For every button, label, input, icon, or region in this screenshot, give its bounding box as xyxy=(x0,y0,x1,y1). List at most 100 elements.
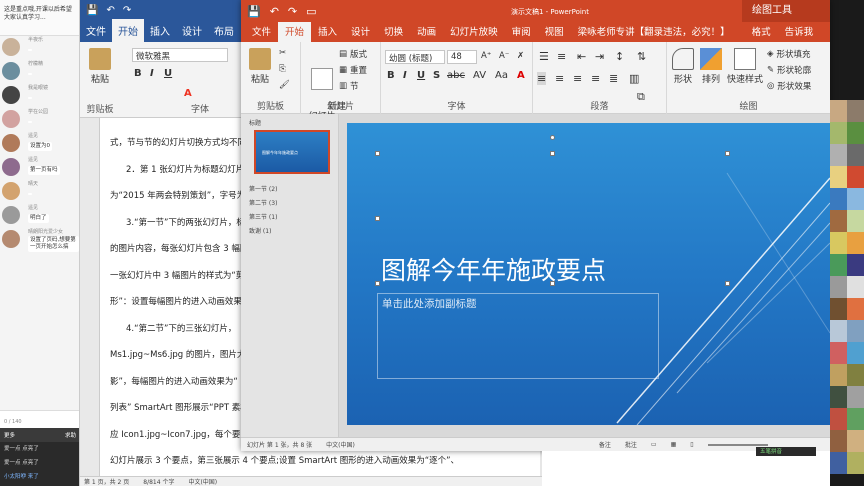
shapes-button[interactable]: 形状 xyxy=(669,48,697,85)
resize-handle[interactable] xyxy=(375,151,380,156)
word-tab-insert[interactable]: 插入 xyxy=(144,19,176,42)
normal-view-icon[interactable]: ▭ xyxy=(651,441,657,448)
word-font-name-box[interactable]: 微软雅黑 xyxy=(132,48,228,62)
ime-indicator[interactable]: 五笔拼音 xyxy=(756,447,816,456)
undo-icon[interactable]: ↶ xyxy=(270,5,279,18)
avatar[interactable] xyxy=(2,230,20,248)
save-icon[interactable]: 💾 xyxy=(247,5,261,18)
ppt-tab-home[interactable]: 开始 xyxy=(278,21,312,42)
distribute-icon[interactable]: ≣ xyxy=(609,72,618,85)
avatar[interactable] xyxy=(2,62,20,80)
ppt-tab-insert[interactable]: 插入 xyxy=(311,21,344,42)
chat-input[interactable]: 0 / 140 xyxy=(0,410,79,428)
tell-me-box[interactable]: 告诉我 xyxy=(778,21,821,42)
ppt-paste-button[interactable]: 粘贴 xyxy=(245,48,275,85)
comments-button[interactable]: 批注 xyxy=(625,440,637,449)
shape-effects-button[interactable]: ◎ 形状效果 xyxy=(767,80,811,92)
section-header[interactable]: 第二节 (3) xyxy=(249,198,277,207)
bold-icon[interactable]: B xyxy=(134,68,142,79)
align-left-icon[interactable]: ≡ xyxy=(537,72,547,85)
line-spacing-icon[interactable]: ↕ xyxy=(615,50,624,63)
word-tab-design[interactable]: 设计 xyxy=(176,19,208,42)
reading-view-icon[interactable]: ▯ xyxy=(690,441,693,448)
font-color-icon[interactable]: A xyxy=(184,88,192,99)
notes-button[interactable]: 备注 xyxy=(599,440,611,449)
section-header[interactable]: 致谢 (1) xyxy=(249,226,271,235)
shape-fill-button[interactable]: ◈ 形状填充 xyxy=(767,48,811,60)
shape-outline-button[interactable]: ✎ 形状轮廓 xyxy=(767,64,811,76)
decrease-indent-icon[interactable]: ⇤ xyxy=(577,50,586,63)
section-button[interactable]: ▥ 节 xyxy=(339,80,359,92)
avatar[interactable] xyxy=(2,134,20,152)
shrink-font-icon[interactable]: A⁻ xyxy=(499,51,509,61)
arrange-button[interactable]: 排列 xyxy=(697,48,725,85)
ppt-tab-animations[interactable]: 动画 xyxy=(410,21,443,42)
bold-icon[interactable]: B xyxy=(387,70,395,81)
resize-handle[interactable] xyxy=(725,151,730,156)
italic-icon[interactable]: I xyxy=(150,68,154,79)
redo-icon[interactable]: ↷ xyxy=(123,5,131,16)
cut-icon[interactable]: ✂ xyxy=(279,48,286,58)
resize-handle[interactable] xyxy=(550,281,555,286)
word-tab-home[interactable]: 开始 xyxy=(112,19,144,42)
layout-button[interactable]: ▤ 版式 xyxy=(339,48,367,60)
columns-icon[interactable]: ▥ xyxy=(629,72,639,85)
slide-title[interactable]: 图解今年年施政要点 xyxy=(381,251,606,287)
align-center-icon[interactable]: ≡ xyxy=(555,72,564,85)
section-header[interactable]: 第三节 (1) xyxy=(249,212,277,221)
resize-handle[interactable] xyxy=(725,281,730,286)
ppt-tab-format[interactable]: 格式 xyxy=(745,21,778,42)
char-spacing-icon[interactable]: AV xyxy=(473,70,486,81)
quick-styles-button[interactable]: 快速样式 xyxy=(725,48,765,85)
ppt-font-name-box[interactable]: 幼圆 (标题) xyxy=(385,50,445,64)
word-tab-layout[interactable]: 布局 xyxy=(208,19,240,42)
resize-handle[interactable] xyxy=(375,216,380,221)
italic-icon[interactable]: I xyxy=(403,70,407,81)
avatar[interactable] xyxy=(2,110,20,128)
font-color-icon[interactable]: A xyxy=(517,70,525,81)
word-tab-file[interactable]: 文件 xyxy=(80,19,112,42)
avatar[interactable] xyxy=(2,206,20,224)
grow-font-icon[interactable]: A⁺ xyxy=(481,51,491,61)
slideshow-icon[interactable]: ▭ xyxy=(306,5,316,18)
format-painter-icon[interactable]: 🖌 xyxy=(279,80,290,90)
resize-handle[interactable] xyxy=(375,281,380,286)
avatar[interactable] xyxy=(2,158,20,176)
save-icon[interactable]: 💾 xyxy=(86,5,98,16)
word-paste-button[interactable]: 粘贴 xyxy=(86,48,114,85)
section-header[interactable]: 标题 xyxy=(249,118,261,127)
slide-thumbnail-1[interactable]: 图解今年年施政要点 xyxy=(254,130,330,174)
avatar[interactable] xyxy=(2,182,20,200)
ppt-font-size-box[interactable]: 48 xyxy=(447,50,477,64)
underline-icon[interactable]: U xyxy=(164,68,172,79)
avatar[interactable] xyxy=(2,86,20,104)
ppt-tab-slideshow[interactable]: 幻灯片放映 xyxy=(443,21,505,42)
shadow-icon[interactable]: S xyxy=(433,70,440,81)
slide-sorter-icon[interactable]: ▦ xyxy=(671,441,677,448)
slide-editing-area[interactable]: 图解今年年施政要点 单击此处添加副标题 xyxy=(339,114,830,437)
strikethrough-icon[interactable]: abc xyxy=(447,70,465,81)
ppt-tab-review[interactable]: 审阅 xyxy=(505,21,538,42)
copy-icon[interactable]: ⎘ xyxy=(279,64,286,74)
reset-button[interactable]: ▦ 重置 xyxy=(339,64,367,76)
undo-icon[interactable]: ↶ xyxy=(106,5,114,16)
redo-icon[interactable]: ↷ xyxy=(288,5,297,18)
justify-icon[interactable]: ≡ xyxy=(591,72,600,85)
ppt-tab-design[interactable]: 设计 xyxy=(344,21,377,42)
ppt-tab-teacher[interactable]: 梁咏老师专讲【翻录违法，必究！】 xyxy=(571,21,737,42)
chat-message-list[interactable]: 半夜乐 柠檬精 我是眼镜 学在公园 遥见 设置为0 遥见 第一页有吗 晴天 遥见 明白了 晴朗阳光爱少… xyxy=(0,36,79,252)
increase-indent-icon[interactable]: ⇥ xyxy=(595,50,604,63)
more-button[interactable]: 更多 xyxy=(4,431,15,439)
ppt-tab-view[interactable]: 视图 xyxy=(538,21,571,42)
bullets-icon[interactable]: ☰ xyxy=(539,50,549,63)
resize-handle[interactable] xyxy=(550,151,555,156)
change-case-icon[interactable]: Aa xyxy=(495,70,508,81)
ppt-tab-transitions[interactable]: 切换 xyxy=(377,21,410,42)
zoom-slider[interactable] xyxy=(707,443,768,446)
underline-icon[interactable]: U xyxy=(417,70,425,81)
subtitle-placeholder[interactable]: 单击此处添加副标题 xyxy=(377,293,659,379)
text-direction-icon[interactable]: ⇅ xyxy=(637,50,646,63)
clear-format-icon[interactable]: ✗ xyxy=(517,51,524,61)
section-header[interactable]: 第一节 (2) xyxy=(249,184,277,193)
slide-canvas[interactable]: 图解今年年施政要点 单击此处添加副标题 xyxy=(347,123,830,425)
